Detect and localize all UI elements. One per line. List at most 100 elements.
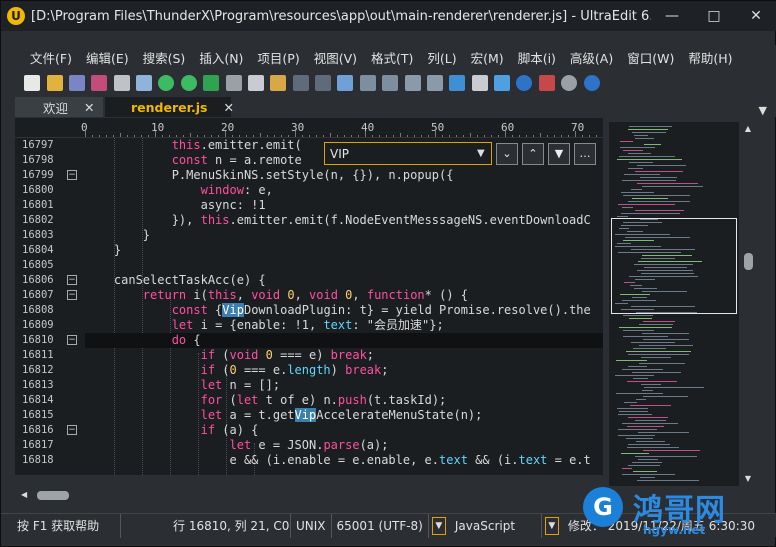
ruler-tick (330, 133, 331, 137)
status-position[interactable]: 行 16810, 列 21, C0 (121, 513, 291, 538)
more-options-button[interactable]: … (574, 142, 596, 165)
find-input[interactable]: VIP ▼ (324, 142, 492, 165)
redo-icon[interactable] (315, 75, 332, 91)
cut-icon[interactable] (225, 75, 242, 91)
print-icon[interactable] (113, 75, 130, 91)
line-number-gutter: 16797 16798 16799 − 16800 16801 16802 16803 1680… (15, 138, 85, 475)
back-icon[interactable] (158, 75, 175, 91)
find-options-dropdown-button[interactable]: ⌄ (496, 142, 518, 165)
minimap-line (633, 348, 666, 349)
status-line-ending[interactable]: UNIX (291, 513, 332, 538)
scroll-left-icon[interactable]: ◀ (21, 490, 31, 500)
menu-project[interactable]: 项目(P) (250, 48, 306, 67)
find-next-icon[interactable] (382, 75, 399, 91)
minimap-line (635, 138, 654, 139)
line-number: 16803 (22, 229, 54, 241)
close-icon[interactable]: ✕ (84, 100, 94, 115)
fold-toggle-icon[interactable]: − (67, 275, 77, 285)
tab-list-dropdown-icon[interactable]: ▼ (759, 104, 767, 117)
code-line: if (0 === e.length) break; (200, 363, 389, 377)
encoding-dropdown-icon[interactable]: ▼ (431, 516, 446, 535)
close-icon[interactable]: ✕ (223, 100, 233, 115)
copy-icon[interactable] (247, 75, 264, 91)
fold-toggle-icon[interactable]: − (67, 425, 77, 435)
new-file-icon[interactable] (24, 75, 41, 91)
code-area[interactable]: this.emitter.emit( const n = a.remote P.… (85, 138, 603, 475)
menu-advanced[interactable]: 高级(A) (563, 48, 620, 67)
tab-welcome[interactable]: 欢迎 ✕ (15, 97, 103, 117)
find-prev-icon[interactable] (359, 75, 376, 91)
undo-icon[interactable] (292, 75, 309, 91)
vertical-scrollbar[interactable]: ▲ ▼ (741, 122, 755, 486)
ruler-tick (554, 135, 555, 137)
ruler-label: 60 (501, 121, 515, 134)
find-previous-button[interactable]: ⌃ (522, 142, 544, 165)
filter-button[interactable]: ▼ (548, 142, 570, 165)
menu-macro[interactable]: 宏(M) (464, 48, 511, 67)
goto-icon[interactable] (203, 75, 220, 91)
open-folder-icon[interactable] (46, 75, 63, 91)
save-icon[interactable] (68, 75, 85, 91)
ruler-tick (113, 135, 114, 137)
save-all-icon[interactable] (91, 75, 108, 91)
language-dropdown-icon[interactable]: ▼ (544, 516, 559, 535)
menu-window[interactable]: 窗口(W) (620, 48, 681, 67)
print-preview-icon[interactable] (136, 75, 153, 91)
quick-find-bar: VIP ▼ ⌄ ⌃ ▼ … (324, 141, 599, 166)
minimap-line (627, 381, 677, 382)
status-language[interactable]: JavaScript (450, 513, 542, 538)
code-line: let i = {enable: !1, text: "会员加速"}; (171, 318, 444, 332)
menu-edit[interactable]: 编辑(E) (79, 48, 136, 67)
ruler-tick (505, 131, 506, 137)
menu-insert[interactable]: 插入(N) (192, 48, 250, 67)
line-number: 16805 (22, 259, 54, 271)
ruler-tick (302, 135, 303, 137)
minimap-line (622, 300, 656, 301)
close-button[interactable]: ✕ (735, 1, 776, 31)
menu-column[interactable]: 列(L) (420, 48, 463, 67)
horizontal-scroll-thumb[interactable] (37, 491, 69, 500)
minimap-line (619, 411, 648, 412)
status-encoding[interactable]: 65001 (UTF-8) (332, 513, 429, 538)
forward-icon[interactable] (180, 75, 197, 91)
find-in-files-icon[interactable] (404, 75, 421, 91)
menu-file[interactable]: 文件(F) (23, 48, 79, 67)
advanced-icon[interactable] (516, 75, 533, 91)
maximize-button[interactable]: □ (693, 1, 735, 31)
horizontal-scrollbar[interactable]: ◀ (15, 487, 603, 503)
line-number: 16815 (22, 409, 54, 421)
settings-icon[interactable] (561, 75, 578, 91)
ruler-tick (134, 135, 135, 137)
minimap-line (626, 351, 691, 352)
menu-format[interactable]: 格式(T) (364, 48, 420, 67)
vertical-scroll-thumb[interactable] (744, 253, 753, 270)
code-editor[interactable]: 0 10 20 30 40 50 60 70 16797 16798 16799−16800 168… (15, 118, 603, 475)
tag-icon[interactable] (494, 75, 511, 91)
scroll-up-icon[interactable]: ▲ (741, 124, 755, 134)
spell-check-icon[interactable] (449, 75, 466, 91)
menu-script[interactable]: 脚本(i) (511, 48, 563, 67)
fold-toggle-icon[interactable]: − (67, 335, 77, 345)
minimap-line (621, 192, 654, 193)
help-icon[interactable] (583, 75, 600, 91)
minimap-line (625, 237, 690, 238)
format-icon[interactable] (471, 75, 488, 91)
ruler-tick (225, 131, 226, 137)
fold-toggle-icon[interactable]: − (67, 170, 77, 180)
menu-search[interactable]: 搜索(S) (136, 48, 193, 67)
minimap[interactable] (609, 122, 739, 486)
menu-view[interactable]: 视图(V) (307, 48, 364, 67)
tab-bar: 欢迎 ✕ renderer.js ✕ ▼ (15, 97, 776, 117)
code-line: let a = t.getVipAccelerateMenuState(n); (200, 408, 483, 422)
tab-renderer-js[interactable]: renderer.js ✕ (105, 97, 234, 117)
compare-icon[interactable] (538, 75, 555, 91)
menu-help[interactable]: 帮助(H) (681, 48, 739, 67)
find-icon[interactable] (337, 75, 354, 91)
minimap-line (624, 282, 635, 283)
chevron-down-icon[interactable]: ▼ (477, 148, 491, 159)
code-line: if (a) { (200, 423, 259, 437)
minimize-button[interactable]: — (651, 1, 693, 31)
paste-icon[interactable] (270, 75, 287, 91)
fold-toggle-icon[interactable]: − (67, 290, 77, 300)
replace-icon[interactable] (426, 75, 443, 91)
